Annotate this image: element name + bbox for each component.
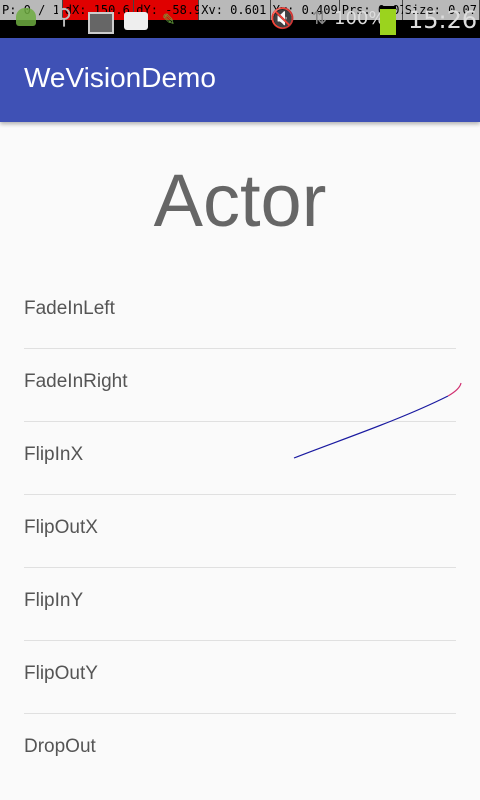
page-heading: Actor [153, 159, 327, 242]
animation-list: FadeInLeft FadeInRight FlipInX FlipOutX … [24, 276, 456, 786]
pen-icon: ✎ [162, 10, 176, 29]
list-item-label: FadeInLeft [24, 298, 115, 319]
list-item-label: FlipOutY [24, 663, 98, 684]
list-item-label: FlipOutX [24, 517, 98, 538]
list-item-label: FlipInX [24, 444, 84, 465]
sd-card-icon [88, 12, 114, 34]
signal-icon: ⇅ [312, 8, 328, 29]
list-item-flipouty[interactable]: FlipOutY [24, 641, 456, 714]
app-bar: WeVisionDemo [0, 38, 480, 122]
battery-percent: 100% [334, 8, 386, 29]
debug-bot-icon [124, 12, 148, 30]
list-item-dropout[interactable]: DropOut [24, 714, 456, 786]
list-item-flipiny[interactable]: FlipInY [24, 568, 456, 641]
list-item-fadeinleft[interactable]: FadeInLeft [24, 276, 456, 349]
list-item-flipinx[interactable]: FlipInX [24, 422, 456, 495]
list-item-label: FadeInRight [24, 371, 128, 392]
list-item-label: FlipInY [24, 590, 84, 611]
mute-icon: 🔇 [270, 6, 295, 30]
usb-icon: ⚲ [56, 5, 73, 30]
battery-icon [380, 6, 396, 35]
clock: 15:26 [408, 6, 478, 34]
status-bar: P: 0 / 1 dX: 150.6 dY: -58.9 Xv: 0.601 Y… [0, 0, 480, 38]
list-item-flipoutx[interactable]: FlipOutX [24, 495, 456, 568]
list-item-fadeinright[interactable]: FadeInRight [24, 349, 456, 422]
android-icon [16, 8, 36, 26]
app-title: WeVisionDemo [24, 62, 216, 93]
list-item-label: DropOut [24, 736, 96, 757]
